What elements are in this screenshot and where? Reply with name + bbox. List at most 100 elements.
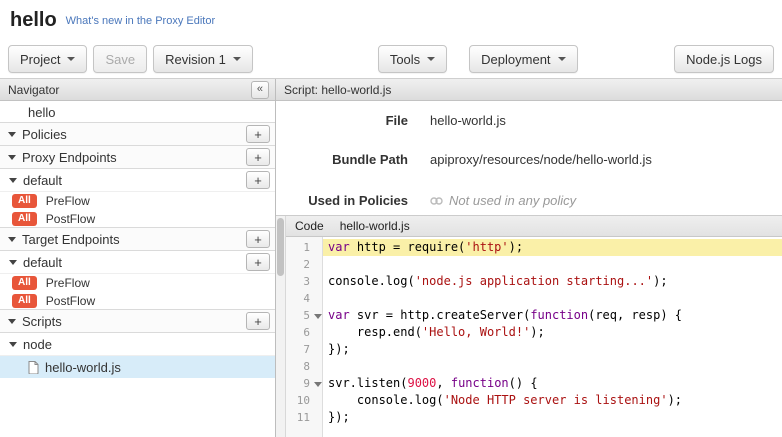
workspace-panes: Navigator « hello Policies + Proxy Endpo…	[0, 78, 782, 437]
deployment-dropdown[interactable]: Deployment	[469, 45, 577, 73]
add-proxy-endpoint-button[interactable]: +	[246, 148, 270, 166]
code-line[interactable]: 5 var svr = http.createServer(function(re…	[286, 307, 782, 324]
save-button[interactable]: Save	[93, 45, 147, 73]
code-line[interactable]: 2	[286, 256, 782, 273]
file-label: File	[276, 113, 408, 128]
line-number: 5	[286, 307, 312, 324]
fold-spacer	[312, 392, 323, 409]
proxy-preflow-item[interactable]: All PreFlow	[0, 192, 275, 210]
code-line-text[interactable]: var http = require('http');	[323, 239, 782, 256]
add-proxy-flow-button[interactable]: +	[246, 171, 270, 189]
deployment-dropdown-label: Deployment	[481, 52, 550, 67]
line-number: 6	[286, 324, 312, 341]
revision-dropdown[interactable]: Revision 1	[153, 45, 253, 73]
code-line-text[interactable]: });	[323, 409, 782, 426]
code-token-str: 'http'	[465, 240, 508, 254]
code-token: svr = http.createServer(	[350, 308, 531, 322]
line-number: 10	[286, 392, 312, 409]
fold-spacer	[312, 358, 323, 375]
add-target-endpoint-button[interactable]: +	[246, 230, 270, 248]
code-line[interactable]: 9 svr.listen(9000, function() {	[286, 375, 782, 392]
code-line[interactable]: 10 console.log('Node HTTP server is list…	[286, 392, 782, 409]
file-icon	[28, 361, 39, 374]
disclosure-triangle-icon[interactable]	[9, 342, 17, 347]
tools-dropdown-label: Tools	[390, 52, 420, 67]
disclosure-triangle-icon[interactable]	[8, 155, 16, 160]
line-number-gutter: 5	[286, 307, 323, 324]
add-policy-button[interactable]: +	[246, 125, 270, 143]
nodejs-logs-label: Node.js Logs	[686, 52, 762, 67]
fold-spacer	[312, 290, 323, 307]
line-number: 9	[286, 375, 312, 392]
code-line-text[interactable]: });	[323, 341, 782, 358]
target-preflow-item[interactable]: All PreFlow	[0, 274, 275, 292]
code-line[interactable]: 1var http = require('http');	[286, 239, 782, 256]
fold-toggle-icon[interactable]	[312, 375, 323, 392]
section-policies[interactable]: Policies +	[0, 122, 275, 146]
fold-toggle-icon[interactable]	[312, 307, 323, 324]
detail-row-file: File hello-world.js	[276, 113, 782, 128]
section-target-endpoints-label: Target Endpoints	[22, 232, 120, 247]
code-line-text[interactable]: resp.end('Hello, World!');	[323, 324, 782, 341]
code-line-text[interactable]: svr.listen(9000, function() {	[323, 375, 782, 392]
script-file-label: hello-world.js	[45, 360, 121, 375]
file-value: hello-world.js	[430, 113, 506, 128]
code-line[interactable]: 7});	[286, 341, 782, 358]
add-script-button[interactable]: +	[246, 312, 270, 330]
revision-dropdown-label: Revision 1	[165, 52, 226, 67]
code-line[interactable]: 11});	[286, 409, 782, 426]
code-line-text[interactable]: console.log('node.js application startin…	[323, 273, 782, 290]
used-in-policies-value: Not used in any policy	[430, 193, 576, 208]
fold-spacer	[312, 256, 323, 273]
fold-spacer	[312, 239, 323, 256]
section-scripts[interactable]: Scripts +	[0, 309, 275, 333]
script-file-hello-world[interactable]: hello-world.js	[0, 356, 275, 378]
proxy-postflow-label: PostFlow	[46, 212, 95, 226]
code-token: ,	[436, 376, 450, 390]
code-line[interactable]: 3console.log('node.js application starti…	[286, 273, 782, 290]
code-line[interactable]: 4	[286, 290, 782, 307]
disclosure-triangle-icon[interactable]	[8, 237, 16, 242]
disclosure-triangle-icon[interactable]	[9, 178, 17, 183]
line-number-gutter: 2	[286, 256, 323, 273]
navigator-header: Navigator «	[0, 79, 275, 101]
scripts-node-folder[interactable]: node	[0, 333, 275, 356]
section-policies-label: Policies	[22, 127, 67, 142]
code-editor[interactable]: 1var http = require('http');2 3console.l…	[286, 237, 782, 437]
navigator-pane: Navigator « hello Policies + Proxy Endpo…	[0, 79, 276, 437]
code-line[interactable]: 8	[286, 358, 782, 375]
proxy-postflow-item[interactable]: All PostFlow	[0, 210, 275, 228]
collapse-navigator-button[interactable]: «	[251, 81, 269, 99]
scrollbar-thumb[interactable]	[277, 218, 284, 276]
target-endpoint-default[interactable]: default +	[0, 251, 275, 274]
target-postflow-item[interactable]: All PostFlow	[0, 292, 275, 310]
code-scrollbar[interactable]	[276, 216, 286, 437]
project-dropdown[interactable]: Project	[8, 45, 87, 73]
code-line-text[interactable]: console.log('Node HTTP server is listeni…	[323, 392, 782, 409]
section-proxy-endpoints[interactable]: Proxy Endpoints +	[0, 145, 275, 169]
code-line-text[interactable]	[323, 290, 782, 307]
code-header: Code hello-world.js	[286, 216, 782, 237]
add-target-flow-button[interactable]: +	[246, 253, 270, 271]
nodejs-logs-button[interactable]: Node.js Logs	[674, 45, 774, 73]
line-number-gutter: 6	[286, 324, 323, 341]
line-number: 4	[286, 290, 312, 307]
section-target-endpoints[interactable]: Target Endpoints +	[0, 227, 275, 251]
proxy-endpoint-default[interactable]: default +	[0, 169, 275, 192]
fold-spacer	[312, 273, 323, 290]
used-in-policies-label: Used in Policies	[276, 193, 408, 208]
code-line[interactable]: 6 resp.end('Hello, World!');	[286, 324, 782, 341]
line-number: 2	[286, 256, 312, 273]
disclosure-triangle-icon[interactable]	[8, 319, 16, 324]
tree-item-hello[interactable]: hello	[0, 101, 275, 123]
code-line-text[interactable]	[323, 358, 782, 375]
whats-new-link[interactable]: What's new in the Proxy Editor	[66, 15, 215, 27]
disclosure-triangle-icon[interactable]	[8, 132, 16, 137]
disclosure-triangle-icon[interactable]	[9, 260, 17, 265]
target-postflow-label: PostFlow	[46, 294, 95, 308]
tools-dropdown[interactable]: Tools	[378, 45, 447, 73]
condition-badge: All	[12, 194, 37, 208]
code-line-text[interactable]: var svr = http.createServer(function(req…	[323, 307, 782, 324]
proxy-preflow-label: PreFlow	[46, 194, 90, 208]
code-line-text[interactable]	[323, 256, 782, 273]
